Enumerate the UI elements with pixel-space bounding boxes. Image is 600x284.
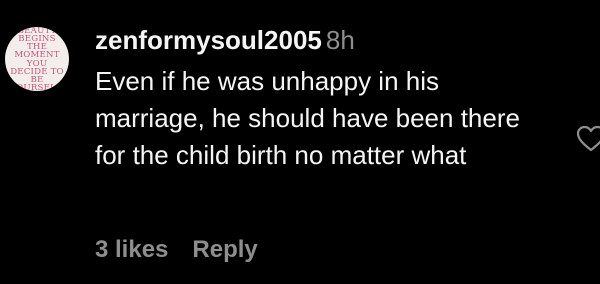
comment-header: zenformysoul2005 8h [95, 23, 355, 57]
avatar-quote: BEAUTY BEGINS THE MOMENT YOU DECIDE TO B… [10, 27, 64, 91]
comment-text: Even if he was unhappy in his marriage, … [95, 66, 520, 170]
reply-button[interactable]: Reply [192, 236, 257, 263]
avatar[interactable]: BEAUTY BEGINS THE MOMENT YOU DECIDE TO B… [5, 27, 69, 91]
likes-count[interactable]: 3 likes [95, 236, 168, 263]
timestamp: 8h [325, 25, 355, 55]
comment: BEAUTY BEGINS THE MOMENT YOU DECIDE TO B… [0, 0, 600, 284]
heart-outline-icon[interactable] [576, 124, 600, 154]
comment-actions: 3 likes Reply [95, 236, 258, 264]
username[interactable]: zenformysoul2005 [95, 25, 322, 55]
